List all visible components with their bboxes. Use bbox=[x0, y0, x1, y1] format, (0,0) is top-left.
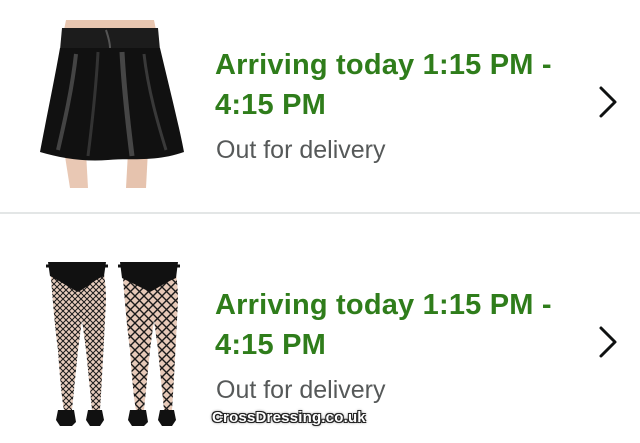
chevron-right-icon[interactable] bbox=[596, 85, 620, 119]
order-row[interactable]: Arriving today 1:15 PM - 4:15 PM Out for… bbox=[0, 0, 640, 212]
delivery-status-line: Arriving today 1:15 PM - bbox=[215, 289, 552, 321]
delivery-status-line: 4:15 PM bbox=[215, 329, 326, 361]
delivery-status: Arriving today 1:15 PM - 4:15 PM bbox=[215, 45, 575, 125]
chevron-right-icon[interactable] bbox=[596, 325, 620, 359]
delivery-status-line: 4:15 PM bbox=[215, 89, 326, 121]
delivery-substatus: Out for delivery bbox=[216, 376, 386, 404]
delivery-status: Arriving today 1:15 PM - 4:15 PM bbox=[215, 285, 575, 365]
order-list: Arriving today 1:15 PM - 4:15 PM Out for… bbox=[0, 0, 640, 443]
watermark: CrossDressing.co.uk bbox=[212, 409, 366, 426]
delivery-status-line: Arriving today 1:15 PM - bbox=[215, 49, 552, 81]
skirt-product-image bbox=[40, 20, 184, 188]
delivery-substatus: Out for delivery bbox=[216, 136, 386, 164]
fishnet-tights-product-image bbox=[46, 262, 180, 426]
